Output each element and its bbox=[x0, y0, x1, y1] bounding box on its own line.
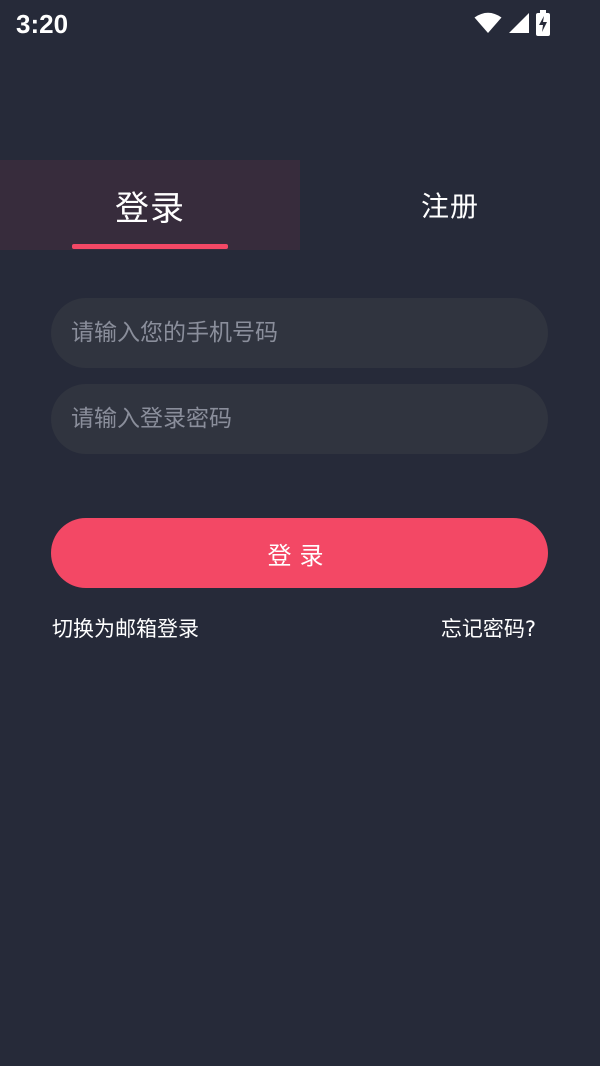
login-screen: 3:20 登录 注册 请输入您的手机号码 登录 切换为邮箱登录 忘记密码? bbox=[0, 0, 600, 1066]
tab-login-label: 登录 bbox=[115, 188, 185, 229]
password-input[interactable] bbox=[51, 384, 548, 454]
status-time: 3:20 bbox=[16, 9, 69, 39]
phone-input[interactable] bbox=[51, 298, 548, 368]
forgot-password-link[interactable]: 忘记密码? bbox=[441, 614, 536, 644]
auth-tabs: 登录 注册 bbox=[0, 160, 600, 250]
tab-login[interactable]: 登录 bbox=[0, 160, 300, 250]
tab-register-label: 注册 bbox=[420, 190, 479, 223]
switch-email-login-link[interactable]: 切换为邮箱登录 bbox=[52, 614, 199, 644]
tab-register[interactable]: 注册 bbox=[300, 160, 600, 250]
cellular-signal-icon bbox=[508, 12, 530, 34]
wifi-icon bbox=[474, 12, 502, 34]
status-icons bbox=[474, 10, 550, 36]
active-tab-indicator bbox=[72, 244, 228, 249]
status-bar: 3:20 bbox=[0, 0, 600, 48]
battery-charging-icon bbox=[536, 10, 550, 36]
login-button[interactable]: 登录 bbox=[51, 518, 548, 588]
